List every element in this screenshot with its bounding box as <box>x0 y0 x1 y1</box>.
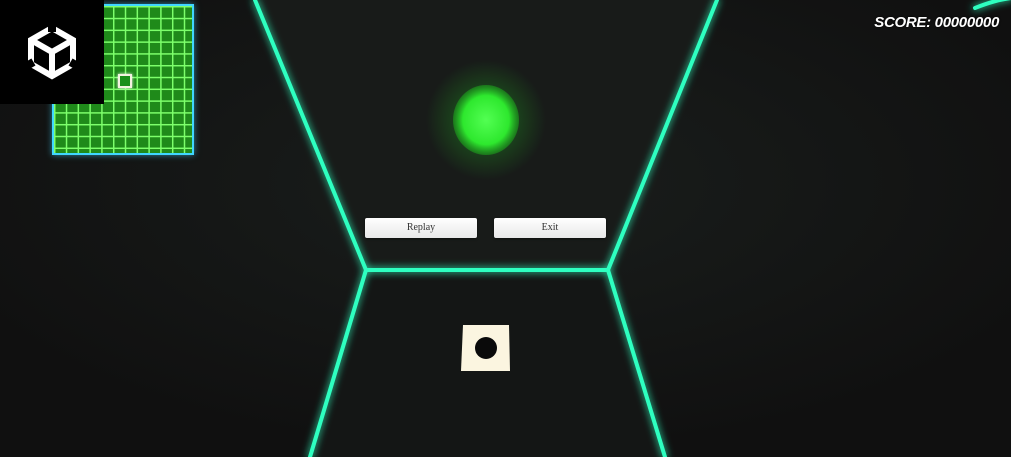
unity-logo <box>0 0 104 104</box>
replay-button[interactable]: Replay <box>365 218 477 238</box>
exit-button[interactable]: Exit <box>494 218 606 238</box>
green-orb <box>453 85 519 155</box>
game-viewport[interactable]: SCORE: 00000000 Replay Exit <box>0 0 1011 457</box>
player-tile-icon <box>461 325 510 371</box>
minimap-player-marker <box>118 74 132 88</box>
score-display: SCORE: 00000000 <box>874 14 999 31</box>
unity-logo-icon <box>24 24 80 80</box>
